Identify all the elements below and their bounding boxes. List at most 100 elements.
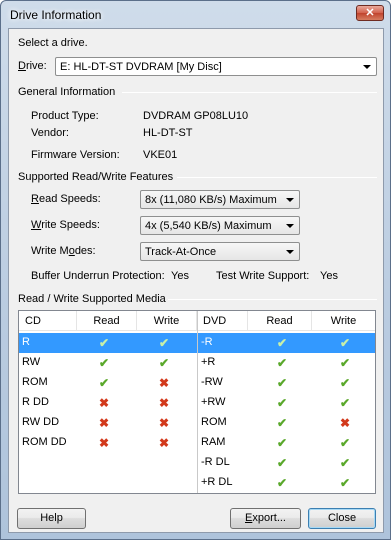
vendor-value: HL-DT-ST: [143, 127, 193, 139]
dvd-media-name: +RW: [201, 396, 226, 408]
dvd-row[interactable]: +R ✔ ✔: [198, 353, 375, 373]
cd-dvd-divider: [197, 311, 198, 493]
dvd-media-name: -R: [201, 336, 213, 348]
cross-icon: ✖: [340, 416, 351, 430]
write-speeds-label: Write Speeds:: [31, 219, 100, 231]
checkmark-icon: ✔: [340, 476, 351, 490]
test-write-value: Yes: [320, 270, 338, 282]
checkmark-icon: ✔: [277, 436, 288, 450]
write-modes-label: Write Modes:: [31, 245, 96, 257]
checkmark-icon: ✔: [340, 456, 351, 470]
read-speeds-label: Read Speeds:: [31, 193, 101, 205]
cross-icon: ✖: [99, 436, 110, 450]
buffer-underrun-label: Buffer Underrun Protection:: [31, 270, 165, 282]
cross-icon: ✖: [159, 436, 170, 450]
cd-row[interactable]: RW ✔ ✔: [19, 353, 197, 373]
firmware-value: VKE01: [143, 149, 178, 161]
checkmark-icon: ✔: [99, 356, 110, 370]
dvd-media-name: +R DL: [201, 476, 233, 488]
cd-row[interactable]: R ✔ ✔: [19, 333, 197, 353]
cd-media-name: R: [22, 336, 30, 348]
cd-column-header[interactable]: CD: [19, 311, 77, 331]
supported-media-list[interactable]: CD Read Write DVD Read Write R ✔ ✔ RW ✔ ✔ ROM ✔…: [18, 310, 376, 494]
general-info-heading: General Information: [18, 86, 116, 98]
checkmark-icon: ✔: [277, 336, 288, 350]
dvd-row[interactable]: +R DL ✔ ✔: [198, 473, 375, 493]
dvd-row[interactable]: +RW ✔ ✔: [198, 393, 375, 413]
checkmark-icon: ✔: [99, 376, 110, 390]
cross-icon: ✖: [159, 396, 170, 410]
drive-select-value: E: HL-DT-ST DVDRAM [My Disc]: [60, 61, 222, 73]
cd-media-name: RW: [22, 356, 41, 368]
dvd-row[interactable]: RAM ✔ ✔: [198, 433, 375, 453]
checkmark-icon: ✔: [277, 476, 288, 490]
cross-icon: ✖: [99, 416, 110, 430]
write-speeds-select[interactable]: 4x (5,540 KB/s) Maximum: [140, 216, 300, 235]
help-button[interactable]: Help: [17, 508, 86, 529]
general-info-divider: [122, 92, 377, 93]
cd-media-name: ROM: [22, 376, 48, 388]
dvd-media-name: -RW: [201, 376, 223, 388]
product-type-label: Product Type:: [31, 110, 99, 122]
checkmark-icon: ✔: [277, 396, 288, 410]
read-speeds-select[interactable]: 8x (11,080 KB/s) Maximum: [140, 190, 300, 209]
chevron-down-icon: [286, 198, 294, 202]
vendor-label: Vendor:: [31, 127, 69, 139]
buffer-underrun-value: Yes: [171, 270, 189, 282]
cd-row[interactable]: RW DD ✖ ✖: [19, 413, 197, 433]
chevron-down-icon: [363, 65, 371, 69]
checkmark-icon: ✔: [340, 436, 351, 450]
cd-media-name: ROM DD: [22, 436, 67, 448]
dvd-media-name: -R DL: [201, 456, 230, 468]
dvd-column-header[interactable]: DVD: [198, 311, 248, 331]
media-divider: [168, 299, 377, 300]
drive-select[interactable]: E: HL-DT-ST DVDRAM [My Disc]: [55, 57, 377, 76]
dvd-media-name: +R: [201, 356, 216, 368]
write-speeds-value: 4x (5,540 KB/s) Maximum: [145, 220, 272, 232]
cd-read-column-header[interactable]: Read: [77, 311, 137, 331]
checkmark-icon: ✔: [340, 356, 351, 370]
dvd-read-column-header[interactable]: Read: [248, 311, 312, 331]
media-heading: Read / Write Supported Media: [18, 293, 166, 305]
checkmark-icon: ✔: [340, 336, 351, 350]
dvd-media-name: RAM: [201, 436, 226, 448]
chevron-down-icon: [286, 250, 294, 254]
cd-row[interactable]: R DD ✖ ✖: [19, 393, 197, 413]
dvd-media-name: ROM: [201, 416, 227, 428]
window-title: Drive Information: [10, 8, 102, 22]
cd-write-column-header[interactable]: Write: [137, 311, 197, 331]
write-modes-select[interactable]: Track-At-Once: [140, 242, 300, 261]
cross-icon: ✖: [99, 396, 110, 410]
dvd-row[interactable]: -RW ✔ ✔: [198, 373, 375, 393]
checkmark-icon: ✔: [277, 416, 288, 430]
close-window-button[interactable]: ✕: [356, 5, 384, 21]
cd-media-name: RW DD: [22, 416, 60, 428]
checkmark-icon: ✔: [340, 376, 351, 390]
test-write-label: Test Write Support:: [216, 270, 310, 282]
checkmark-icon: ✔: [277, 376, 288, 390]
rw-features-heading: Supported Read/Write Features: [18, 171, 174, 183]
rw-features-divider: [177, 177, 377, 178]
export-button[interactable]: Export...: [230, 508, 301, 529]
checkmark-icon: ✔: [159, 336, 170, 350]
dvd-row[interactable]: -R ✔ ✔: [198, 333, 375, 353]
checkmark-icon: ✔: [340, 396, 351, 410]
drive-information-window: Drive Information ✕ Select a drive. Driv…: [0, 0, 391, 540]
dvd-write-column-header[interactable]: Write: [312, 311, 375, 331]
dvd-row[interactable]: ROM ✔ ✖: [198, 413, 375, 433]
firmware-label: Firmware Version:: [31, 149, 120, 161]
checkmark-icon: ✔: [99, 336, 110, 350]
cd-row[interactable]: ROM ✔ ✖: [19, 373, 197, 393]
dvd-row[interactable]: -R DL ✔ ✔: [198, 453, 375, 473]
dialog-client: Select a drive. Drive: E: HL-DT-ST DVDRA…: [8, 28, 384, 533]
cd-media-name: R DD: [22, 396, 49, 408]
select-drive-prompt: Select a drive.: [18, 37, 88, 49]
cd-row[interactable]: ROM DD ✖ ✖: [19, 433, 197, 453]
title-bar[interactable]: Drive Information ✕: [1, 1, 390, 28]
drive-label: Drive:: [18, 60, 47, 72]
cross-icon: ✖: [159, 376, 170, 390]
close-button[interactable]: Close: [308, 508, 376, 529]
chevron-down-icon: [286, 224, 294, 228]
product-type-value: DVDRAM GP08LU10: [143, 110, 249, 122]
write-modes-value: Track-At-Once: [145, 246, 217, 258]
